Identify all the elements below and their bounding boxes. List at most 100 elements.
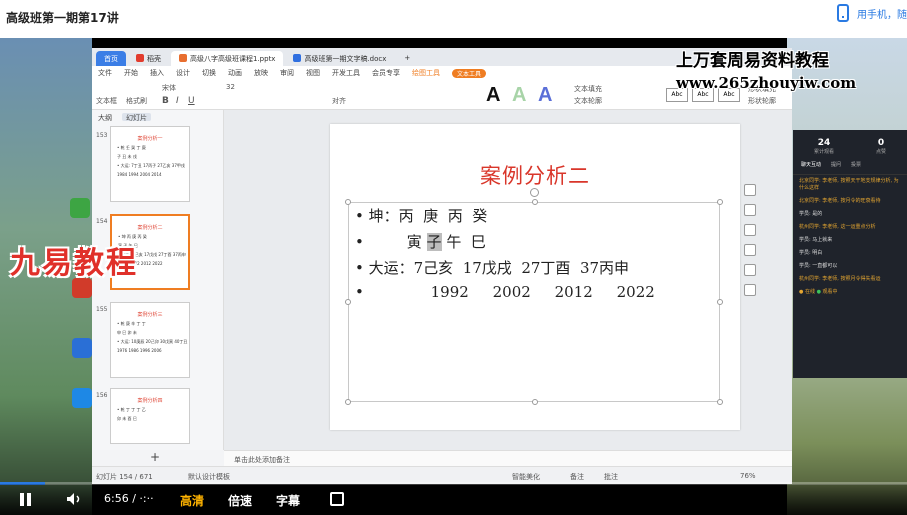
tab-outline[interactable]: 大纲 bbox=[98, 113, 112, 122]
design-template[interactable]: 默认设计模板 bbox=[188, 472, 230, 482]
slide-thumbnail[interactable]: 案例分析三 • 乾 庚 辛 丁 丁 申 巳 卯 未 • 大运: 10庚辰 20己… bbox=[110, 302, 190, 378]
side-panel-tabs: 大纲 幻灯片 bbox=[92, 110, 223, 124]
quality-button[interactable]: 高清 bbox=[180, 492, 204, 509]
speed-button[interactable]: 倍速 bbox=[228, 492, 252, 509]
textbox-button[interactable]: 文本框 bbox=[96, 96, 117, 106]
current-slide[interactable]: 案例分析二 • 坤：丙 庚 丙 癸 • 寅 子 午 巳 • 大运：7己亥 17戊… bbox=[330, 124, 740, 430]
player-controls: 6:56 / ·:·· 高清 倍速 字幕 bbox=[0, 484, 907, 515]
desktop-shortcut-icon[interactable] bbox=[70, 198, 90, 218]
chat-message: 北京同学: 李老师, 按照天干地支规律分析, 为什么这样 bbox=[799, 178, 899, 191]
resize-handle[interactable] bbox=[345, 399, 351, 405]
more-icon[interactable] bbox=[744, 284, 756, 296]
video-player[interactable]: 首页 稻壳 高级八字高级班课程1.pptx 高级班第一期文字稿.docx + 文… bbox=[0, 38, 907, 515]
pause-button[interactable] bbox=[20, 493, 32, 506]
layers-icon[interactable] bbox=[744, 184, 756, 196]
chat-tabs: 聊天互动 提问 投票 bbox=[793, 155, 907, 175]
resize-handle[interactable] bbox=[345, 199, 351, 205]
phone-icon bbox=[837, 4, 849, 22]
frame-icon[interactable] bbox=[744, 244, 756, 256]
zoom-level[interactable]: 76% bbox=[740, 472, 756, 480]
resize-handle[interactable] bbox=[717, 299, 723, 305]
bold-button[interactable]: B bbox=[162, 96, 169, 106]
menu-slideshow[interactable]: 放映 bbox=[254, 68, 268, 78]
text-fill-button[interactable]: 文本填充 bbox=[574, 84, 602, 94]
chat-message: 学员: 是的 bbox=[799, 211, 823, 217]
resize-handle[interactable] bbox=[345, 299, 351, 305]
tab-questions[interactable]: 提问 bbox=[831, 161, 841, 168]
slide-title[interactable]: 案例分析二 bbox=[330, 160, 740, 190]
align-button[interactable]: 对齐 bbox=[332, 96, 346, 106]
underline-button[interactable]: U bbox=[188, 96, 195, 106]
menu-review[interactable]: 审阅 bbox=[280, 68, 294, 78]
chat-message: 学员: 一直都可以 bbox=[799, 263, 838, 269]
italic-button[interactable]: I bbox=[176, 96, 179, 106]
selected-text[interactable]: 子 bbox=[426, 233, 442, 251]
menu-insert[interactable]: 插入 bbox=[150, 68, 164, 78]
tab-slides[interactable]: 幻灯片 bbox=[122, 113, 151, 122]
notes-toggle[interactable]: 备注 bbox=[570, 472, 584, 482]
pen-icon[interactable] bbox=[744, 204, 756, 216]
subtitle-button[interactable]: 字幕 bbox=[276, 492, 300, 509]
pptx-file-icon bbox=[179, 54, 187, 62]
slide-thumbnail[interactable]: 案例分析一 • 乾 壬 癸 丁 庚 子 丑 未 戌 • 大运: 7丁丑 17丙子… bbox=[110, 126, 190, 202]
smart-beautify-button[interactable]: 智能美化 bbox=[512, 472, 540, 482]
slide-text-box[interactable]: • 坤：丙 庚 丙 癸 • 寅 子 午 巳 • 大运：7己亥 17戊戌 27丁酉… bbox=[345, 199, 723, 405]
shape-icon[interactable] bbox=[744, 224, 756, 236]
tab-docx[interactable]: 高级班第一期文字稿.docx bbox=[285, 51, 394, 66]
page-title: 高级班第一期第17讲 bbox=[6, 10, 119, 25]
tab-chat[interactable]: 聊天互动 bbox=[801, 161, 821, 168]
wps-window: 首页 稻壳 高级八字高级班课程1.pptx 高级班第一期文字稿.docx + 文… bbox=[92, 48, 792, 484]
thumbnail-number: 156 bbox=[96, 392, 108, 399]
notes-area[interactable]: 单击此处添加备注 bbox=[224, 450, 792, 466]
watermark-title: 上万套周易资料教程 bbox=[676, 51, 829, 71]
menu-file[interactable]: 文件 bbox=[98, 68, 112, 78]
text-style-blue[interactable]: A bbox=[538, 84, 552, 107]
editor-body: 大纲 幻灯片 153 案例分析一 • 乾 壬 癸 丁 庚 子 丑 未 戌 • 大… bbox=[92, 110, 792, 484]
bulb-icon[interactable] bbox=[744, 264, 756, 276]
text-outline-button[interactable]: 文本轮廓 bbox=[574, 96, 602, 106]
comments-toggle[interactable]: 批注 bbox=[604, 472, 618, 482]
menu-text-tools[interactable]: 文本工具 bbox=[452, 68, 487, 78]
menu-start[interactable]: 开始 bbox=[124, 68, 138, 78]
desktop-shortcut-icon[interactable] bbox=[72, 388, 92, 408]
resize-handle[interactable] bbox=[532, 199, 538, 205]
phone-view-link[interactable]: 用手机，随 bbox=[837, 4, 907, 22]
resize-handle[interactable] bbox=[532, 399, 538, 405]
text-style-light[interactable]: A bbox=[512, 84, 526, 107]
shape-outline-button[interactable]: 形状轮廓 bbox=[748, 96, 776, 106]
chat-message: 学员: 明白 bbox=[799, 250, 823, 256]
menu-member[interactable]: 会员专享 bbox=[372, 68, 400, 78]
menu-animation[interactable]: 动画 bbox=[228, 68, 242, 78]
volume-icon[interactable] bbox=[66, 492, 82, 506]
menu-design[interactable]: 设计 bbox=[176, 68, 190, 78]
phone-link-label: 用手机，随 bbox=[857, 9, 907, 21]
chat-message: 杭州同学: 李老师, 按照月令得失看运 bbox=[799, 276, 881, 282]
rotate-handle[interactable] bbox=[530, 188, 539, 197]
new-tab-button[interactable]: + bbox=[396, 51, 418, 66]
menu-view[interactable]: 视图 bbox=[306, 68, 320, 78]
live-chat-panel: 24 累计观看 0 点赞 聊天互动 提问 投票 北京同学: 李老师, 按照天干地支规… bbox=[793, 130, 907, 378]
time-display: 6:56 / ·:·· bbox=[104, 492, 154, 505]
menu-developer[interactable]: 开发工具 bbox=[332, 68, 360, 78]
text-style-black[interactable]: A bbox=[486, 84, 500, 107]
desktop-shortcut-icon[interactable] bbox=[72, 338, 92, 358]
font-size-select[interactable]: 32 bbox=[226, 83, 235, 91]
font-name-select[interactable]: 宋体 bbox=[162, 83, 176, 93]
thumbnail-number: 154 bbox=[96, 218, 108, 225]
slide-line-2: • 寅 子 午 巳 bbox=[355, 233, 486, 251]
tab-pptx[interactable]: 高级八字高级班课程1.pptx bbox=[171, 51, 284, 66]
chat-message: 杭州同学: 李老师, 这一运重点分析 bbox=[799, 224, 876, 230]
resize-handle[interactable] bbox=[717, 399, 723, 405]
thumbnail-number: 155 bbox=[96, 306, 108, 313]
add-slide-button[interactable]: + bbox=[150, 450, 160, 464]
viewer-count: 24 累计观看 bbox=[813, 138, 834, 155]
tab-home[interactable]: 首页 bbox=[96, 51, 126, 66]
resize-handle[interactable] bbox=[717, 199, 723, 205]
format-painter-button[interactable]: 格式刷 bbox=[126, 96, 147, 106]
tab-vote[interactable]: 投票 bbox=[851, 161, 861, 168]
slide-thumbnail[interactable]: 案例分析四 • 乾 丁 丁 丁 乙 卯 未 酉 巳 bbox=[110, 388, 190, 444]
fullscreen-icon[interactable] bbox=[330, 492, 344, 506]
menu-drawing-tools[interactable]: 绘图工具 bbox=[412, 68, 440, 78]
tab-docer[interactable]: 稻壳 bbox=[128, 51, 169, 66]
menu-transition[interactable]: 切换 bbox=[202, 68, 216, 78]
